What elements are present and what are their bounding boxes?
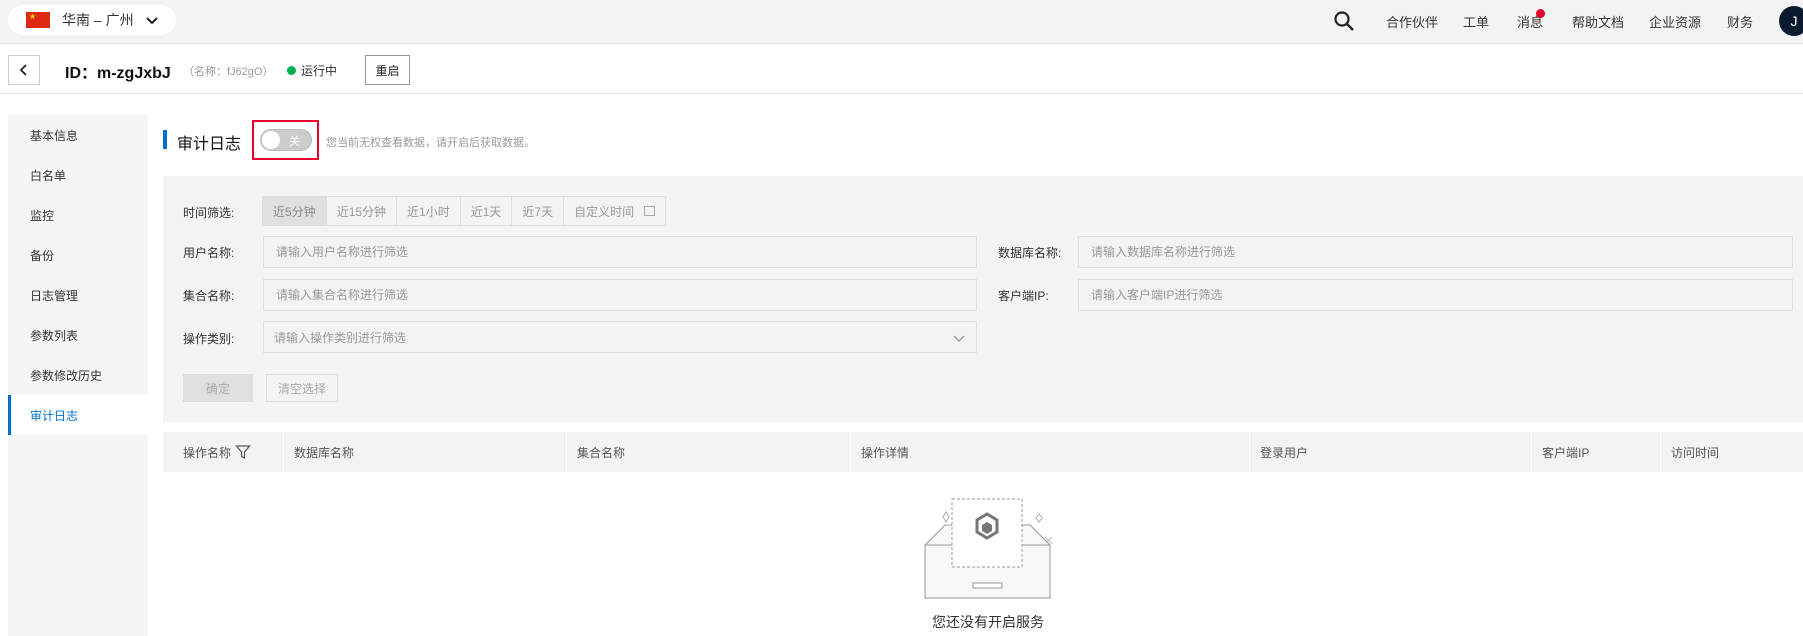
instance-id: ID：m-zgJxbJ [65,65,171,82]
column-client-ip: 客户端IP [1531,432,1660,472]
empty-box-illustration [924,498,1053,599]
user-filter-label: 用户名称: [183,246,235,260]
nav-finance[interactable]: 财务 [1727,12,1753,31]
empty-state-text: 您还没有开启服务 [932,614,1044,630]
confirm-button[interactable]: 确定 [183,374,253,402]
search-icon[interactable] [1333,10,1355,32]
sidebar-item-param-history[interactable]: 参数修改历史 [8,355,148,395]
time-filter-label: 时间筛选: [183,206,235,220]
chevron-down-icon [145,17,158,25]
toggle-knob [262,131,280,149]
sidebar-item-log-management[interactable]: 日志管理 [8,275,148,315]
top-navigation-bar: ★ 华南 – 广州 合作伙伴 工单 消息 帮助文档 企业资源 财务 J [0,0,1803,44]
column-login-user: 登录用户 [1249,432,1531,472]
column-collection-name: 集合名称 [566,432,850,472]
chevron-left-icon [19,64,27,76]
time-filter-group: 近5分钟 近15分钟 近1小时 近1天 近7天 自定义时间 [262,196,667,226]
sidebar: 基本信息 白名单 监控 备份 日志管理 参数列表 参数修改历史 审计日志 [8,115,148,636]
nav-partners[interactable]: 合作伙伴 [1386,12,1438,31]
sidebar-item-whitelist[interactable]: 白名单 [8,155,148,195]
instance-status: 运行中 [301,64,338,78]
section-accent-bar [163,130,167,149]
collection-filter-label: 集合名称: [183,289,235,303]
column-label: 操作名称 [183,445,232,460]
sidebar-item-backup[interactable]: 备份 [8,235,148,275]
section-title: 审计日志 [177,136,242,153]
op-type-select[interactable]: 请输入操作类别进行筛选 [263,321,977,353]
sidebar-item-audit-log[interactable]: 审计日志 [8,395,148,435]
message-notification-dot [1536,9,1545,18]
sidebar-item-parameters[interactable]: 参数列表 [8,315,148,355]
filter-icon[interactable] [235,444,251,460]
nav-tickets[interactable]: 工单 [1463,12,1489,31]
sidebar-item-monitoring[interactable]: 监控 [8,195,148,235]
user-name-input[interactable] [263,236,977,268]
column-access-time: 访问时间 [1660,432,1803,472]
collection-name-input[interactable] [263,279,977,311]
db-filter-label: 数据库名称: [998,246,1062,260]
nav-enterprise-resources[interactable]: 企业资源 [1649,12,1701,31]
client-ip-input[interactable] [1078,279,1793,311]
db-name-input[interactable] [1078,236,1793,268]
user-avatar[interactable]: J [1779,6,1803,36]
column-op-name: 操作名称 [163,432,283,472]
audit-log-toggle[interactable]: 关 [260,129,312,151]
permission-notice: 您当前无权查看数据，请开启后获取数据。 [326,137,535,149]
restart-button[interactable]: 重启 [365,55,410,85]
op-type-filter-label: 操作类别: [183,332,235,346]
china-flag-icon: ★ [26,12,50,28]
column-db-name: 数据库名称 [283,432,566,472]
time-option-15min[interactable]: 近15分钟 [327,197,398,225]
toggle-label: 关 [289,136,300,148]
time-option-custom[interactable]: 自定义时间 [564,197,665,225]
region-label: 华南 – 广州 [62,12,134,28]
time-option-1day[interactable]: 近1天 [461,197,513,225]
calendar-icon [644,206,656,216]
sidebar-item-basic-info[interactable]: 基本信息 [8,115,148,155]
clear-selection-button[interactable]: 清空选择 [266,374,338,402]
column-op-detail: 操作详情 [850,432,1249,472]
instance-name: （名称：fJ62gO） [183,66,274,78]
client-ip-filter-label: 客户端IP: [998,289,1049,303]
chevron-down-icon [953,335,965,342]
instance-header: ID：m-zgJxbJ （名称：fJ62gO） 运行中 重启 [0,44,1803,94]
region-selector[interactable]: ★ 华南 – 广州 [8,5,176,35]
status-running-dot [287,66,296,75]
time-option-7days[interactable]: 近7天 [512,197,565,225]
time-option-1hour[interactable]: 近1小时 [397,197,461,225]
op-type-placeholder: 请输入操作类别进行筛选 [274,330,407,345]
back-button[interactable] [8,55,40,85]
nav-help-docs[interactable]: 帮助文档 [1572,12,1624,31]
custom-time-label: 自定义时间 [574,204,635,219]
time-option-5min[interactable]: 近5分钟 [263,197,327,225]
table-header: 操作名称 数据库名称 集合名称 操作详情 登录用户 客户端IP 访问时间 [163,432,1803,472]
